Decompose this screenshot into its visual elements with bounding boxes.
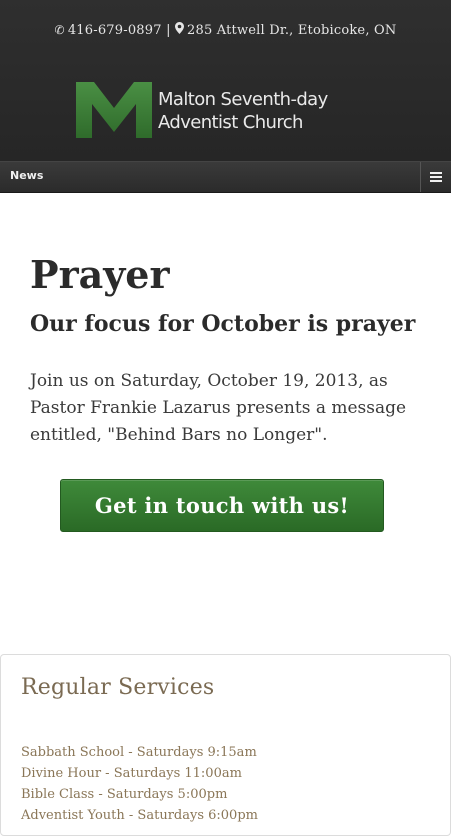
contact-bar: ✆ 416-679-0897 | 285 Attwell Dr., Etobico… <box>0 22 451 38</box>
logo-m-mark <box>76 82 152 138</box>
list-item: Adventist Youth - Saturdays 6:00pm <box>21 808 258 823</box>
logo-line-1: Malton Seventh-day <box>158 89 328 110</box>
logo-line-2: Adventist Church <box>158 112 303 133</box>
page-title: Prayer <box>30 252 170 297</box>
logo-text: Malton Seventh-day Adventist Church <box>158 88 328 134</box>
church-logo[interactable]: Malton Seventh-day Adventist Church <box>76 82 328 140</box>
services-title: Regular Services <box>21 675 215 700</box>
regular-services-panel: Regular Services Sabbath School - Saturd… <box>0 654 451 836</box>
navbar: News <box>0 161 451 193</box>
cta-wrapper: Get in touch with us! <box>30 479 421 532</box>
contact-cta-button[interactable]: Get in touch with us! <box>60 479 384 532</box>
services-list: Sabbath School - Saturdays 9:15am Divine… <box>21 742 258 826</box>
phone-icon: ✆ <box>54 23 65 37</box>
menu-icon[interactable] <box>420 162 451 192</box>
nav-item-news[interactable]: News <box>10 169 43 182</box>
main-content: Prayer Our focus for October is prayer J… <box>0 253 451 532</box>
contact-separator: | <box>166 23 171 38</box>
list-item: Divine Hour - Saturdays 11:00am <box>21 766 242 781</box>
site-header: ✆ 416-679-0897 | 285 Attwell Dr., Etobico… <box>0 0 451 161</box>
map-marker-icon <box>175 22 184 37</box>
page-subtitle: Our focus for October is prayer <box>30 311 416 337</box>
list-item: Sabbath School - Saturdays 9:15am <box>21 745 257 760</box>
event-description: Join us on Saturday, October 19, 2013, a… <box>30 371 407 445</box>
address: 285 Attwell Dr., Etobicoke, ON <box>187 23 397 38</box>
list-item: Bible Class - Saturdays 5:00pm <box>21 787 228 802</box>
phone-number[interactable]: 416-679-0897 <box>68 23 162 38</box>
